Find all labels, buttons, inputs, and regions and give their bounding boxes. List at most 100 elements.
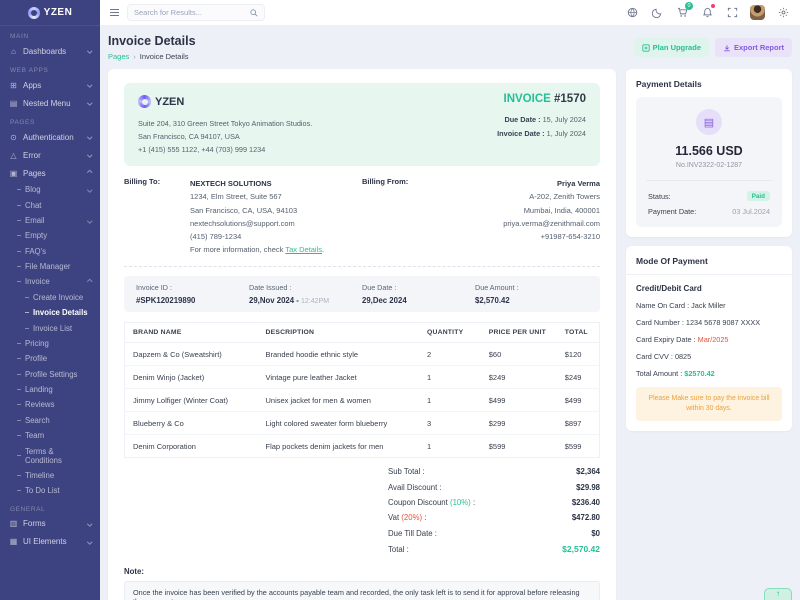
- sidebar-item-search[interactable]: Search: [0, 413, 100, 428]
- dash-icon: [25, 297, 29, 298]
- sidebar-item-error[interactable]: △ Error: [0, 146, 100, 164]
- breadcrumb-pages-link[interactable]: Pages: [108, 52, 129, 61]
- sidebar-item-forms[interactable]: ▥ Forms: [0, 515, 100, 533]
- billing-from-name: Priya Verma: [428, 177, 600, 190]
- sidebar-item-dashboards[interactable]: ⌂ Dashboards: [0, 42, 100, 60]
- dash-icon: [17, 235, 21, 236]
- card-number-row: Card Number : 1234 5678 9087 XXXX: [636, 318, 782, 327]
- page-icon: ▣: [9, 169, 18, 178]
- sidebar-item-timeline[interactable]: Timeline: [0, 468, 100, 483]
- sidebar-section-webapps: WEB APPS: [0, 60, 100, 76]
- dash-icon: [17, 374, 21, 375]
- dash-icon: [17, 281, 21, 282]
- billing-to-label: Billing To:: [124, 177, 190, 256]
- sidebar-item-todo-list[interactable]: To Do List: [0, 483, 100, 498]
- billing-from-block: Priya Verma A-202, Zenith Towers Mumbai,…: [428, 177, 600, 256]
- total-row: Total :$2,570.42: [388, 541, 600, 557]
- user-avatar[interactable]: [750, 5, 765, 20]
- sidebar-item-chat[interactable]: Chat: [0, 197, 100, 212]
- chevron-down-icon: [87, 135, 92, 140]
- search-icon[interactable]: [250, 9, 258, 17]
- meta-invoice-id: Invoice ID : #SPK120219890: [136, 283, 249, 305]
- payment-details-card: Payment Details ▤ 11.566 USD No.INV2322-…: [626, 69, 792, 237]
- sidebar-item-authentication[interactable]: ⊙ Authentication: [0, 128, 100, 146]
- dash-icon: [17, 220, 21, 221]
- tax-details-link[interactable]: Tax Details: [285, 245, 322, 254]
- due-till-date-row: Due Till Date :$0: [388, 526, 600, 541]
- sidebar-item-nested-menu[interactable]: ▤ Nested Menu: [0, 94, 100, 112]
- billing-to-more-info: For more information, check Tax Details.: [190, 243, 324, 256]
- sidebar-item-team[interactable]: Team: [0, 428, 100, 443]
- dash-icon: [17, 251, 21, 252]
- chevron-down-icon: [87, 153, 92, 158]
- search-box: [127, 4, 265, 21]
- sidebar-item-create-invoice[interactable]: Create Invoice: [0, 290, 100, 305]
- payment-reference: No.INV2322-02-1287: [646, 162, 772, 169]
- sidebar-item-apps[interactable]: ⊞ Apps: [0, 76, 100, 94]
- shield-icon: ⊙: [9, 133, 18, 142]
- sidebar: YZEN MAIN ⌂ Dashboards WEB APPS ⊞ Apps ▤…: [0, 0, 100, 600]
- sidebar-item-reviews[interactable]: Reviews: [0, 397, 100, 412]
- dash-icon: [25, 328, 29, 329]
- note-textarea[interactable]: Once the invoice has been verified by th…: [124, 581, 600, 600]
- dash-icon: [17, 205, 21, 206]
- meta-due-date: Due Date : 29,Dec 2024: [362, 283, 475, 305]
- company-address-line2: San Francisco, CA 94107, USA: [138, 131, 312, 144]
- dash-icon: [17, 455, 21, 456]
- subtotal-row: Sub Total :$2,364: [388, 464, 600, 479]
- table-header-row: BRAND NAME DESCRIPTION QUANTITY PRICE PE…: [125, 323, 600, 343]
- receipt-icon: ▤: [696, 109, 722, 135]
- sidebar-item-empty[interactable]: Empty: [0, 228, 100, 243]
- export-download-icon: [723, 44, 731, 52]
- sidebar-item-invoice[interactable]: Invoice: [0, 274, 100, 289]
- status-badge: Paid: [747, 191, 770, 201]
- sidebar-item-invoice-details[interactable]: Invoice Details: [0, 305, 100, 320]
- company-phones: +1 (415) 555 1122, +44 (703) 999 1234: [138, 144, 312, 157]
- dark-mode-moon-icon[interactable]: [650, 6, 664, 20]
- cart-badge: 0: [685, 2, 693, 10]
- dash-icon: [17, 404, 21, 405]
- chevron-down-icon: [87, 218, 92, 223]
- invoice-company-logo: YZEN: [138, 93, 312, 111]
- language-flag-icon[interactable]: [625, 6, 639, 20]
- billing-to-line2: San Francisco, CA, USA, 94103: [190, 204, 324, 217]
- sidebar-item-email[interactable]: Email: [0, 213, 100, 228]
- sidebar-item-profile[interactable]: Profile: [0, 351, 100, 366]
- scroll-top-button[interactable]: ↑: [764, 588, 792, 600]
- payment-amount: 11.566 USD: [646, 144, 772, 158]
- warning-icon: △: [9, 151, 18, 160]
- invoice-header-panel: YZEN Suite 204, 310 Green Street Tokyo A…: [124, 83, 600, 166]
- sidebar-item-invoice-list[interactable]: Invoice List: [0, 320, 100, 335]
- payment-summary-box: ▤ 11.566 USD No.INV2322-02-1287 Status: …: [636, 97, 782, 227]
- vat-row: Vat (20%) :$472.80: [388, 510, 600, 525]
- sidebar-item-terms[interactable]: Terms & Conditions: [0, 443, 100, 467]
- dash-icon: [25, 312, 29, 313]
- menu-toggle-icon[interactable]: [110, 9, 119, 17]
- dash-icon: [17, 490, 21, 491]
- fullscreen-icon[interactable]: [725, 6, 739, 20]
- sidebar-item-landing[interactable]: Landing: [0, 382, 100, 397]
- sidebar-item-pricing[interactable]: Pricing: [0, 336, 100, 351]
- sidebar-item-pages[interactable]: ▣ Pages: [0, 164, 100, 182]
- table-row: Dapzem & Co (Sweatshirt)Branded hoodie e…: [125, 343, 600, 366]
- search-input[interactable]: [134, 8, 246, 17]
- sidebar-item-blog[interactable]: Blog: [0, 182, 100, 197]
- notifications-bell-icon[interactable]: [700, 6, 714, 20]
- chevron-down-icon: [87, 49, 92, 54]
- plan-upgrade-button[interactable]: Plan Upgrade: [634, 38, 709, 57]
- chevron-down-icon: [87, 521, 92, 526]
- sidebar-item-faqs[interactable]: FAQ's: [0, 244, 100, 259]
- settings-gear-icon[interactable]: [776, 6, 790, 20]
- card-name-row: Name On Card : Jack Miller: [636, 301, 782, 310]
- export-report-button[interactable]: Export Report: [715, 38, 792, 57]
- sidebar-item-profile-settings[interactable]: Profile Settings: [0, 367, 100, 382]
- topbar: 0: [100, 0, 800, 26]
- sidebar-item-file-manager[interactable]: File Manager: [0, 259, 100, 274]
- cart-icon[interactable]: 0: [675, 6, 689, 20]
- dash-icon: [17, 343, 21, 344]
- meta-due-amount: Due Amount : $2,570.42: [475, 283, 588, 305]
- sidebar-item-ui-elements[interactable]: ▦ UI Elements: [0, 533, 100, 551]
- dash-icon: [17, 266, 21, 267]
- brand-logo[interactable]: YZEN: [0, 0, 100, 26]
- upgrade-icon: [642, 44, 650, 52]
